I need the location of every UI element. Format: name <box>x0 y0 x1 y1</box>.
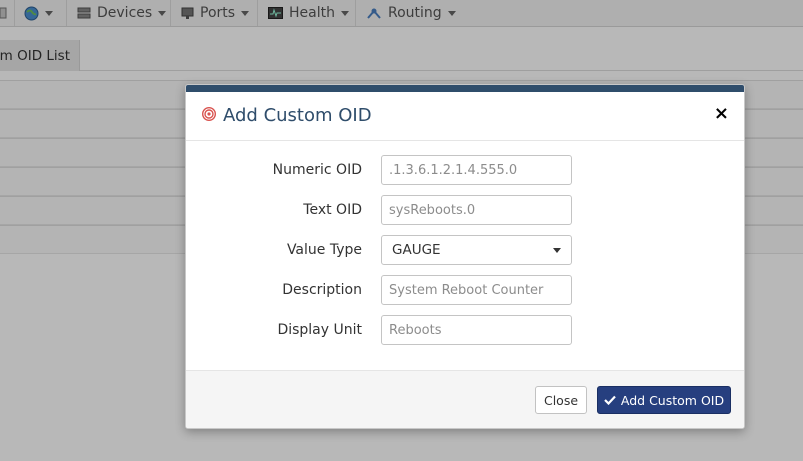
description-input[interactable] <box>381 275 572 305</box>
text-oid-row: Text OID <box>186 195 744 225</box>
close-button[interactable]: Close <box>535 386 587 414</box>
display-unit-label: Display Unit <box>277 322 362 338</box>
dialog-title: Add Custom OID <box>223 105 372 126</box>
value-type-select[interactable]: GAUGE <box>381 235 572 265</box>
value-type-row: Value Type GAUGE <box>186 235 744 265</box>
numeric-oid-row: Numeric OID <box>186 155 744 185</box>
dialog-footer: Close Add Custom OID <box>186 370 744 428</box>
close-icon[interactable]: × <box>714 105 729 123</box>
numeric-oid-input[interactable] <box>381 155 572 185</box>
display-unit-row: Display Unit <box>186 315 744 345</box>
description-label: Description <box>282 282 362 298</box>
chevron-down-icon <box>553 247 561 253</box>
value-type-label: Value Type <box>286 242 362 258</box>
dialog-accent-bar <box>186 85 744 92</box>
add-custom-oid-dialog: Add Custom OID × Numeric OID Text OID Va… <box>185 84 745 429</box>
add-custom-oid-button[interactable]: Add Custom OID <box>597 386 731 414</box>
add-custom-oid-button-label: Add Custom OID <box>620 392 725 408</box>
text-oid-label: Text OID <box>303 202 362 218</box>
target-icon <box>201 106 217 125</box>
display-unit-input[interactable] <box>381 315 572 345</box>
dialog-header: Add Custom OID × <box>186 92 744 141</box>
checkmark-icon <box>604 393 616 408</box>
description-row: Description <box>186 275 744 305</box>
value-type-selected: GAUGE <box>392 242 441 258</box>
text-oid-input[interactable] <box>381 195 572 225</box>
numeric-oid-label: Numeric OID <box>272 162 362 178</box>
